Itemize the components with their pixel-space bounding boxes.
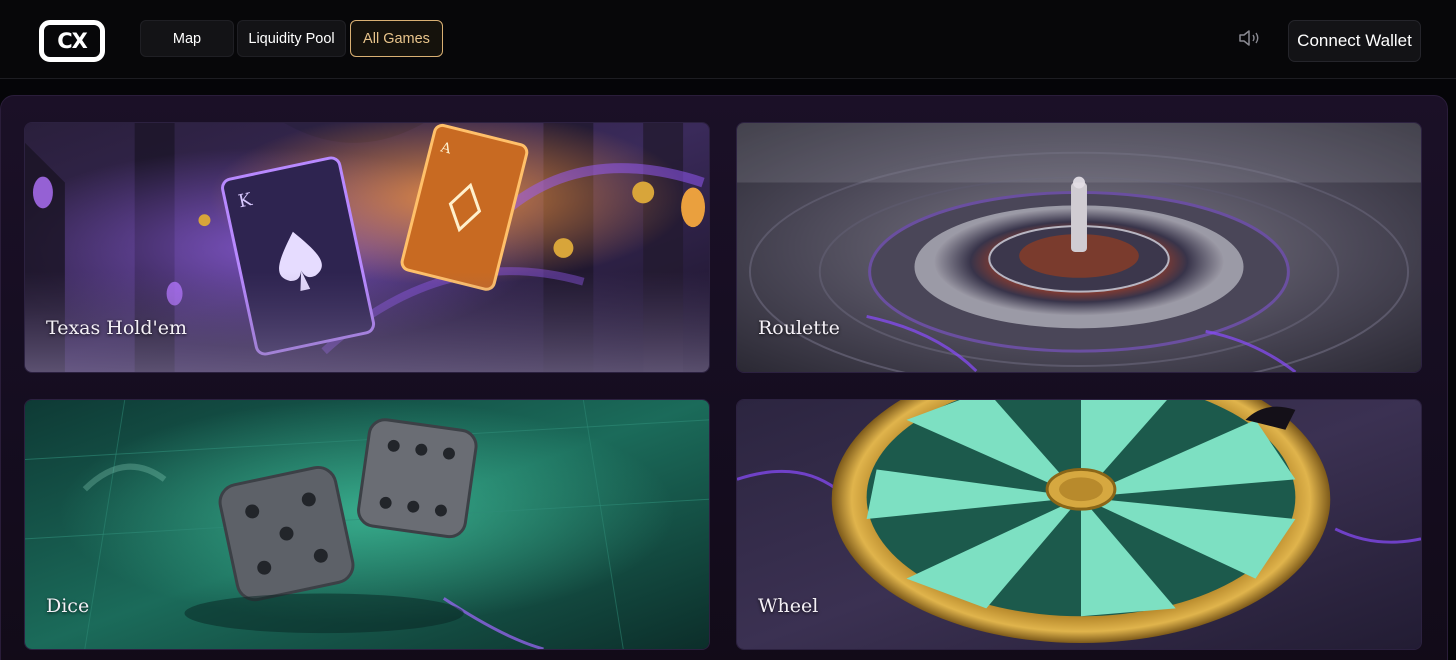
cx-logo[interactable]: CX bbox=[39, 20, 105, 62]
game-title-wheel: Wheel bbox=[758, 595, 819, 617]
nav-map-button[interactable]: Map bbox=[140, 20, 234, 57]
game-card-wheel[interactable]: Wheel bbox=[736, 399, 1422, 650]
top-header: CX Map Liquidity Pool All Games Connect … bbox=[0, 0, 1456, 79]
nav-liquidity-pool-button[interactable]: Liquidity Pool bbox=[237, 20, 346, 57]
nav-liquidity-pool-label: Liquidity Pool bbox=[248, 30, 335, 47]
wheel-artwork bbox=[737, 400, 1421, 649]
game-title-dice: Dice bbox=[46, 595, 90, 617]
speaker-icon[interactable] bbox=[1236, 26, 1264, 50]
games-panel: K A Texas Hold'em Roulette Dice Wheel bbox=[0, 95, 1448, 660]
dice-artwork bbox=[25, 400, 709, 649]
nav-all-games-label: All Games bbox=[363, 30, 430, 47]
game-card-dice[interactable]: Dice bbox=[24, 399, 710, 650]
nav-all-games-button[interactable]: All Games bbox=[350, 20, 443, 57]
connect-wallet-label: Connect Wallet bbox=[1297, 31, 1412, 50]
game-title-roulette: Roulette bbox=[758, 317, 840, 339]
game-card-roulette[interactable]: Roulette bbox=[736, 122, 1422, 373]
logo-text: CX bbox=[57, 29, 88, 53]
game-title-texas-holdem: Texas Hold'em bbox=[46, 317, 188, 339]
game-card-texas-holdem[interactable]: K A Texas Hold'em bbox=[24, 122, 710, 373]
nav-map-label: Map bbox=[172, 30, 202, 47]
connect-wallet-button[interactable]: Connect Wallet bbox=[1288, 20, 1421, 62]
